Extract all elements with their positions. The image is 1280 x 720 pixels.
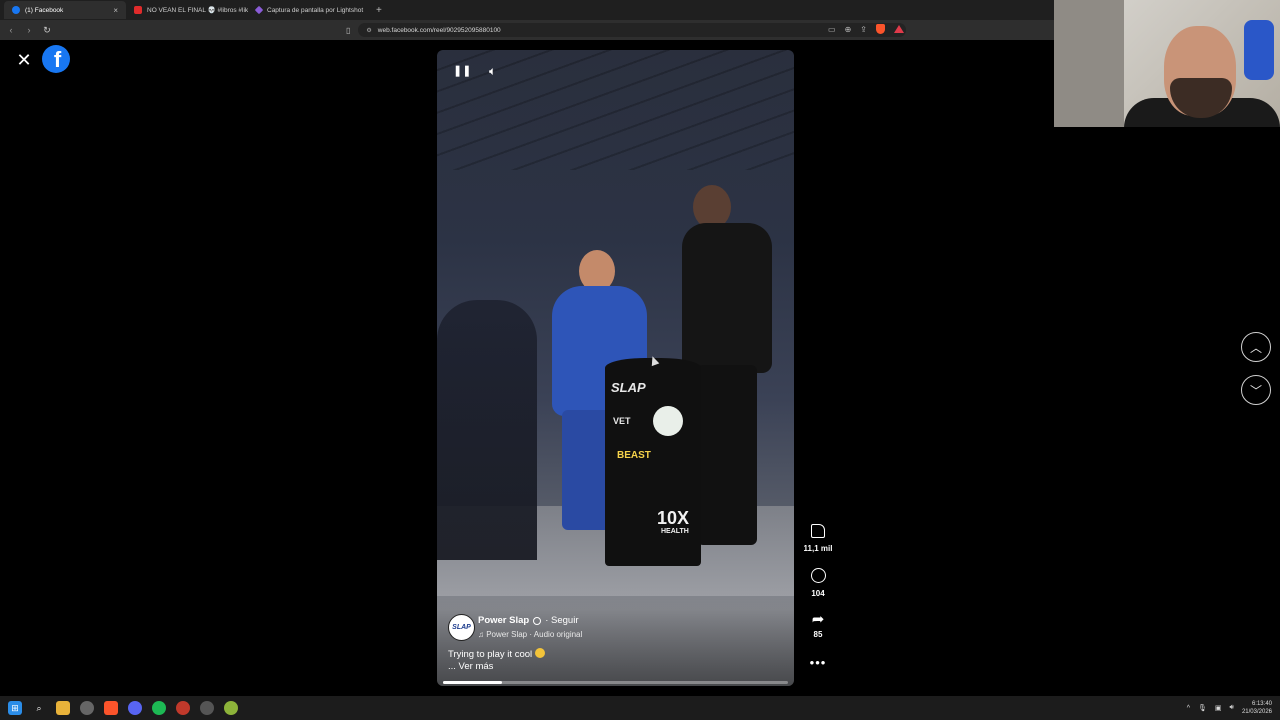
more-options-button[interactable]: •••	[802, 655, 834, 670]
more-dots-icon: •••	[809, 655, 827, 670]
author-line: Power Slap · Seguir	[478, 615, 578, 626]
brave-browser-icon[interactable]	[104, 701, 118, 715]
verified-icon	[533, 616, 542, 625]
facebook-logo-letter: f	[53, 47, 62, 72]
podium-10x-logo: 10X	[657, 508, 690, 528]
tab-facebook[interactable]: (1) Facebook ×	[4, 1, 126, 19]
podium-beast-logo: BEAST	[617, 450, 651, 461]
comment-count: 104	[811, 589, 825, 598]
comment-icon	[810, 568, 826, 583]
avatar[interactable]: SLAP	[448, 614, 475, 641]
address-input[interactable]: ⚙ web.facebook.com/reel/902952095880100	[358, 23, 906, 37]
spotify-icon[interactable]	[152, 701, 166, 715]
like-count: 11,1 mil	[803, 544, 833, 553]
reel-page: ✕ f SLAP VET BEAST 10X HEALTH ❚❚ 🔈︎ SLAP	[0, 40, 1280, 696]
bookmark-icon[interactable]: ▯	[346, 26, 350, 35]
share-arrow-icon: ➦	[811, 611, 825, 628]
webcam-chair	[1244, 20, 1274, 80]
follow-link[interactable]: · Seguir	[545, 615, 578, 626]
pause-icon[interactable]: ❚❚	[453, 64, 471, 77]
see-more-link[interactable]: ... Ver más	[448, 661, 493, 672]
video-progress-fill	[443, 681, 502, 684]
discord-icon[interactable]	[128, 701, 142, 715]
chevron-down-icon: ﹀	[1249, 383, 1262, 398]
tab-lightshot[interactable]: Captura de pantalla por Lightshot	[248, 1, 370, 19]
facebook-logo-icon[interactable]: f	[42, 45, 70, 73]
url-bar: ▯ ⚙ web.facebook.com/reel/90295209588010…	[346, 22, 906, 38]
caption-overlay	[437, 596, 794, 686]
youtube-favicon-icon	[134, 6, 142, 14]
chevron-up-icon: ︿	[1249, 340, 1262, 355]
taskbar-clock[interactable]: 6:13:40 21/03/2026	[1242, 700, 1272, 716]
sunglasses-emoji-icon	[535, 648, 546, 658]
webcam-overlay	[1054, 0, 1280, 127]
browser-toolbar: ‹ › ↻ ▯ ⚙ web.facebook.com/reel/90295209…	[0, 20, 1054, 40]
site-info-icon[interactable]: ⚙	[366, 27, 371, 34]
url-text: web.facebook.com/reel/902952095880100	[377, 26, 501, 34]
reel-video[interactable]: SLAP VET BEAST 10X HEALTH ❚❚ 🔈︎ SLAP Pow…	[437, 50, 794, 686]
clock-date: 21/03/2026	[1241, 709, 1272, 715]
microphone-icon[interactable]: 🎙︎	[1198, 704, 1207, 712]
zoom-icon[interactable]: ⊕	[845, 25, 852, 34]
browser-tabbar: (1) Facebook × NO VEAN EL FINAL 💀 #libro…	[0, 0, 1054, 20]
brave-shield-icon[interactable]	[876, 24, 885, 34]
network-icon[interactable]: ▣	[1215, 704, 1222, 712]
author-name[interactable]: Power Slap	[478, 615, 529, 626]
settings-gear-icon[interactable]	[80, 701, 94, 715]
tab-title: NO VEAN EL FINAL 💀 #libros #lik...	[147, 7, 248, 14]
audio-link[interactable]: ♫ Power Slap · Audio original	[478, 630, 582, 639]
share-count: 85	[813, 630, 823, 639]
file-explorer-icon[interactable]	[56, 701, 70, 715]
app-icon[interactable]	[176, 701, 190, 715]
cast-icon[interactable]: ▭	[828, 25, 836, 34]
share-button[interactable]: ➦ 85	[802, 611, 834, 639]
new-tab-button[interactable]: +	[370, 5, 388, 16]
chevron-up-icon[interactable]: ^	[1187, 705, 1190, 712]
podium-slap-logo: SLAP	[611, 380, 646, 395]
start-windows-icon[interactable]: ⊞	[8, 701, 22, 715]
volume-icon[interactable]: 🔈︎	[489, 64, 496, 79]
next-reel-button[interactable]: ﹀	[1241, 375, 1271, 405]
sponsor-podium: SLAP VET BEAST 10X HEALTH	[605, 358, 701, 566]
lightshot-favicon-icon	[254, 5, 264, 15]
tab-youtube[interactable]: NO VEAN EL FINAL 💀 #libros #lik...	[126, 1, 248, 19]
brave-rewards-icon[interactable]	[894, 25, 904, 33]
back-icon[interactable]: ‹	[6, 25, 16, 35]
search-icon[interactable]: ⌕	[32, 701, 46, 715]
forward-icon[interactable]: ›	[24, 25, 34, 35]
share-page-icon[interactable]: ⇪	[860, 25, 867, 34]
previous-reel-button[interactable]: ︿	[1241, 332, 1271, 362]
video-progress-bar[interactable]	[443, 681, 788, 684]
crowd-figures	[437, 300, 537, 560]
fighter-black-body	[682, 223, 772, 373]
caption-line: Trying to play it cool	[448, 648, 546, 660]
podium-badge	[653, 406, 683, 436]
windows-taskbar: ⊞ ⌕ ^ 🎙︎ ▣ 🔊︎ 6:13:40 21/03/2026	[0, 696, 1280, 720]
tab-title: Captura de pantalla por Lightshot	[267, 6, 364, 14]
obs-icon[interactable]	[200, 701, 214, 715]
clock-time: 6:13:40	[1251, 701, 1272, 707]
volume-tray-icon[interactable]: 🔊︎	[1230, 704, 1234, 712]
fighter-black-legs	[697, 365, 757, 545]
comment-button[interactable]: 104	[802, 568, 834, 598]
toolbar-actions: ▭ ⊕ ⇪	[828, 24, 904, 34]
podium-vet-logo: VET	[613, 416, 631, 426]
tab-title: (1) Facebook	[25, 6, 64, 14]
caption-text: Trying to play it cool	[448, 649, 533, 660]
podium-health-logo: HEALTH	[661, 528, 689, 535]
webcam-wall	[1054, 0, 1124, 127]
facebook-favicon-icon	[12, 6, 20, 14]
close-tab-icon[interactable]: ×	[113, 6, 118, 15]
like-button[interactable]: 11,1 mil	[802, 524, 834, 553]
system-tray: ^ 🎙︎ ▣ 🔊︎ 6:13:40 21/03/2026	[1187, 700, 1272, 716]
close-icon[interactable]: ✕	[16, 50, 32, 70]
reload-icon[interactable]: ↻	[42, 25, 52, 36]
lightshot-icon[interactable]	[224, 701, 238, 715]
thumbs-up-icon	[811, 524, 825, 538]
